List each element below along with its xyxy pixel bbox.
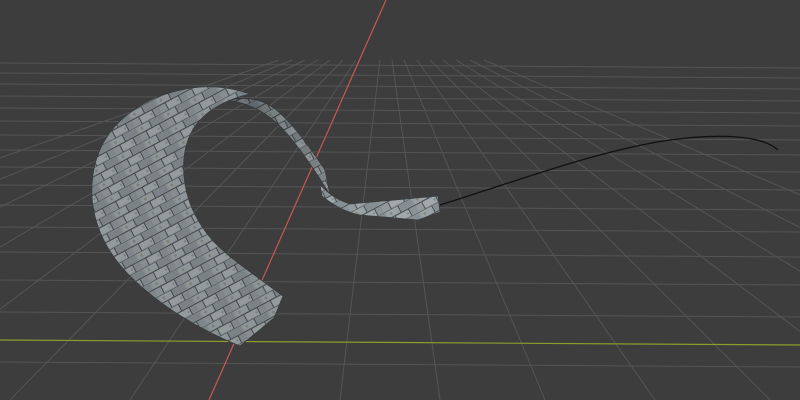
- x-axis-line: [0, 339, 800, 346]
- curved-stone-wall-mesh[interactable]: [91, 86, 441, 347]
- 3d-viewport[interactable]: [0, 0, 800, 400]
- viewport-canvas[interactable]: [0, 0, 800, 400]
